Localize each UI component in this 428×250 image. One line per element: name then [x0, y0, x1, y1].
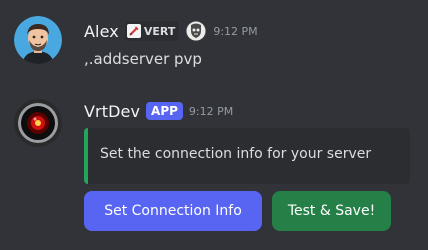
test-and-save-button[interactable]: Test & Save! [272, 191, 391, 231]
username[interactable]: VrtDev [84, 102, 140, 121]
red-eye-avatar[interactable] [14, 99, 62, 147]
role-tag[interactable]: VERT [124, 21, 180, 41]
app-badge: APP [146, 102, 183, 120]
timestamp[interactable]: 9:12 PM [213, 25, 257, 38]
set-connection-info-button[interactable]: Set Connection Info [84, 191, 262, 231]
sword-icon [126, 24, 141, 38]
user-avatar[interactable] [14, 16, 62, 64]
skull-emblem-icon[interactable] [185, 20, 207, 42]
timestamp[interactable]: 9:12 PM [189, 105, 233, 118]
embed: Set the connection info for your server [84, 128, 410, 184]
role-name: VERT [143, 24, 176, 38]
username[interactable]: Alex [84, 22, 119, 41]
embed-description: Set the connection info for your server [100, 146, 372, 162]
message-content: ,.addserver pvp [84, 50, 202, 68]
